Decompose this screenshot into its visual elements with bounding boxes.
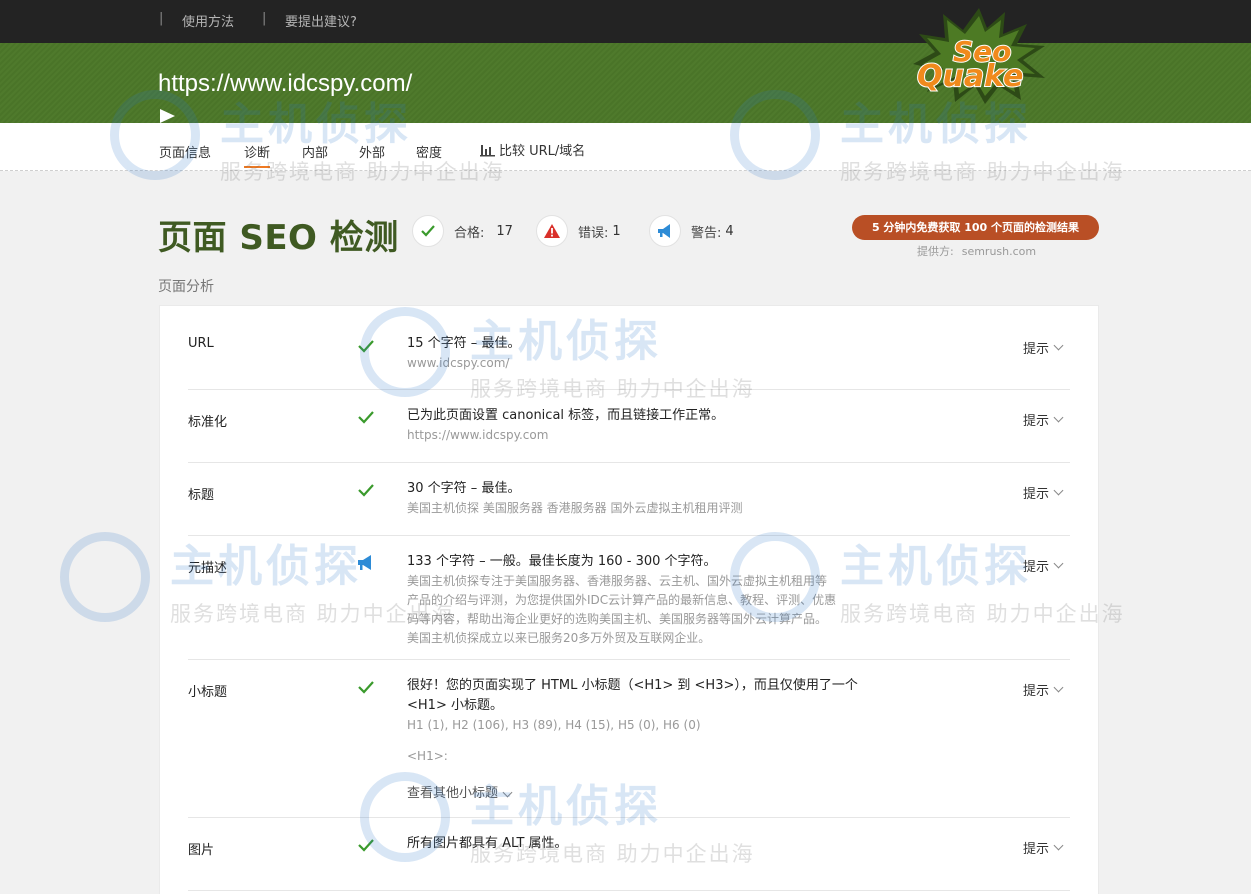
h1-label: <H1>: [407, 749, 448, 763]
top-bar: | 使用方法 | 要提出建议? [0, 0, 1251, 43]
how-to-use-link[interactable]: 使用方法 [182, 11, 234, 30]
url-pointer-arrow [160, 109, 175, 123]
chevron-down-icon [1053, 340, 1064, 351]
tip-toggle[interactable]: 提示 [1023, 680, 1064, 699]
chevron-down-icon [1053, 558, 1064, 569]
megaphone-icon [649, 215, 681, 247]
tab-internal[interactable]: 内部 [302, 142, 328, 161]
row-result: 15 个字符 – 最佳。 [407, 336, 521, 351]
analysis-row-images: 图片 所有图片都具有 ALT 属性。 提示 [188, 818, 1070, 891]
row-result: 所有图片都具有 ALT 属性。 [407, 836, 568, 851]
provider-link[interactable]: semrush.com [962, 245, 1036, 258]
separator: | [262, 11, 267, 26]
row-detail: www.idcspy.com/ [407, 356, 510, 370]
heading-counts: H1 (1), H2 (106), H3 (89), H4 (15), H5 (… [407, 718, 701, 732]
check-icon [358, 839, 374, 852]
error-label: 错误: [578, 225, 609, 241]
pass-label: 合格: [454, 225, 485, 241]
check-icon [358, 681, 374, 694]
page-title: 页面 SEO 检测 [158, 218, 399, 258]
chevron-down-icon [1053, 682, 1064, 693]
suggestion-link[interactable]: 要提出建议? [285, 11, 357, 30]
tip-toggle[interactable]: 提示 [1023, 338, 1064, 357]
error-count: 1 [612, 223, 621, 239]
tip-toggle[interactable]: 提示 [1023, 838, 1064, 857]
tip-toggle[interactable]: 提示 [1023, 410, 1064, 429]
section-heading: 页面分析 [158, 279, 214, 295]
tip-toggle[interactable]: 提示 [1023, 556, 1064, 575]
analysis-row-title: 标题 30 个字符 – 最佳。 美国主机侦探 美国服务器 香港服务器 国外云虚拟… [188, 463, 1070, 536]
row-result-line: 很好！您的页面实现了 HTML 小标题（<H1> 到 <H3>），而且仅使用了一… [407, 678, 858, 693]
analysis-card: URL 15 个字符 – 最佳。 www.idcspy.com/ 提示 标准化 … [159, 305, 1099, 894]
check-icon [412, 215, 444, 247]
tip-toggle[interactable]: 提示 [1023, 483, 1064, 502]
check-icon [358, 411, 374, 424]
analysis-row-headings: 小标题 很好！您的页面实现了 HTML 小标题（<H1> 到 <H3>），而且仅… [188, 660, 1070, 818]
row-detail: https://www.idcspy.com [407, 428, 549, 442]
page-url: https://www.idcspy.com/ [158, 70, 413, 97]
row-detail-line: 美国主机侦探专注于美国服务器、香港服务器、云主机、国外云虚拟主机租用等 [407, 574, 828, 588]
provider-line: 提供方: semrush.com [917, 243, 1036, 259]
check-icon [358, 484, 374, 497]
megaphone-icon [358, 555, 371, 570]
row-detail: 美国主机侦探 美国服务器 香港服务器 国外云虚拟主机租用评测 [407, 501, 743, 515]
tab-page-info[interactable]: 页面信息 [159, 142, 211, 161]
warning-label: 警告: [691, 225, 722, 241]
separator: | [159, 11, 164, 26]
compare-url-tab[interactable]: 比较 URL/域名 [480, 140, 585, 159]
tab-external[interactable]: 外部 [359, 142, 385, 161]
chevron-down-icon [1053, 485, 1064, 496]
chevron-down-icon [1053, 840, 1064, 851]
row-label: 小标题 [188, 685, 228, 700]
row-detail-line: 码等内容，帮助出海企业更好的选购美国主机、美国服务器等国外云计算产品。 [407, 612, 828, 626]
error-summary[interactable]: 错误: 1 [536, 215, 621, 247]
row-result: 已为此页面设置 canonical 标签，而且链接工作正常。 [407, 408, 725, 423]
chevron-down-icon [502, 787, 513, 797]
analysis-row-meta-description: 元描述 133 个字符 – 一般。最佳长度为 160 - 300 个字符。 美国… [188, 536, 1070, 660]
row-label: URL [188, 336, 214, 351]
view-more-headings-link[interactable]: 查看其他小标题 [407, 784, 513, 804]
check-icon [358, 340, 374, 353]
warning-count: 4 [725, 223, 734, 239]
pass-count: 17 [496, 223, 513, 239]
tab-diagnosis[interactable]: 诊断 [244, 142, 271, 168]
chevron-down-icon [1053, 412, 1064, 423]
nav-bar: 页面信息 诊断 内部 外部 密度 比较 URL/域名 [0, 123, 1251, 171]
row-label: 元描述 [188, 561, 228, 576]
compare-url-label: 比较 URL/域名 [499, 144, 586, 159]
provider-label: 提供方: [917, 245, 954, 258]
semrush-offer-button[interactable]: 5 分钟内免费获取 100 个页面的检测结果 [852, 215, 1099, 240]
svg-text:Quake: Quake [917, 59, 1023, 94]
row-label: 图片 [188, 843, 215, 858]
row-result: 30 个字符 – 最佳。 [407, 481, 521, 496]
row-label: 标题 [188, 488, 215, 503]
analysis-row-url: URL 15 个字符 – 最佳。 www.idcspy.com/ 提示 [188, 320, 1070, 390]
row-detail-line: 产品的介绍与评测，为您提供国外IDC云计算产品的最新信息、教程、评测、优惠 [407, 593, 837, 607]
bar-chart-icon [480, 144, 495, 156]
row-label: 标准化 [188, 415, 228, 430]
tab-density[interactable]: 密度 [416, 142, 442, 161]
row-detail-line: 美国主机侦探成立以来已服务20多万外贸及互联网企业。 [407, 631, 711, 645]
warning-summary[interactable]: 警告: 4 [649, 215, 734, 247]
row-result: 133 个字符 – 一般。最佳长度为 160 - 300 个字符。 [407, 554, 717, 569]
seoquake-logo[interactable]: Seo Quake [905, 6, 1053, 106]
analysis-row-canonical: 标准化 已为此页面设置 canonical 标签，而且链接工作正常。 https… [188, 390, 1070, 463]
row-result-line: <H1> 小标题。 [407, 698, 503, 713]
error-triangle-icon [536, 215, 568, 247]
pass-summary[interactable]: 合格: 17 [412, 215, 513, 247]
